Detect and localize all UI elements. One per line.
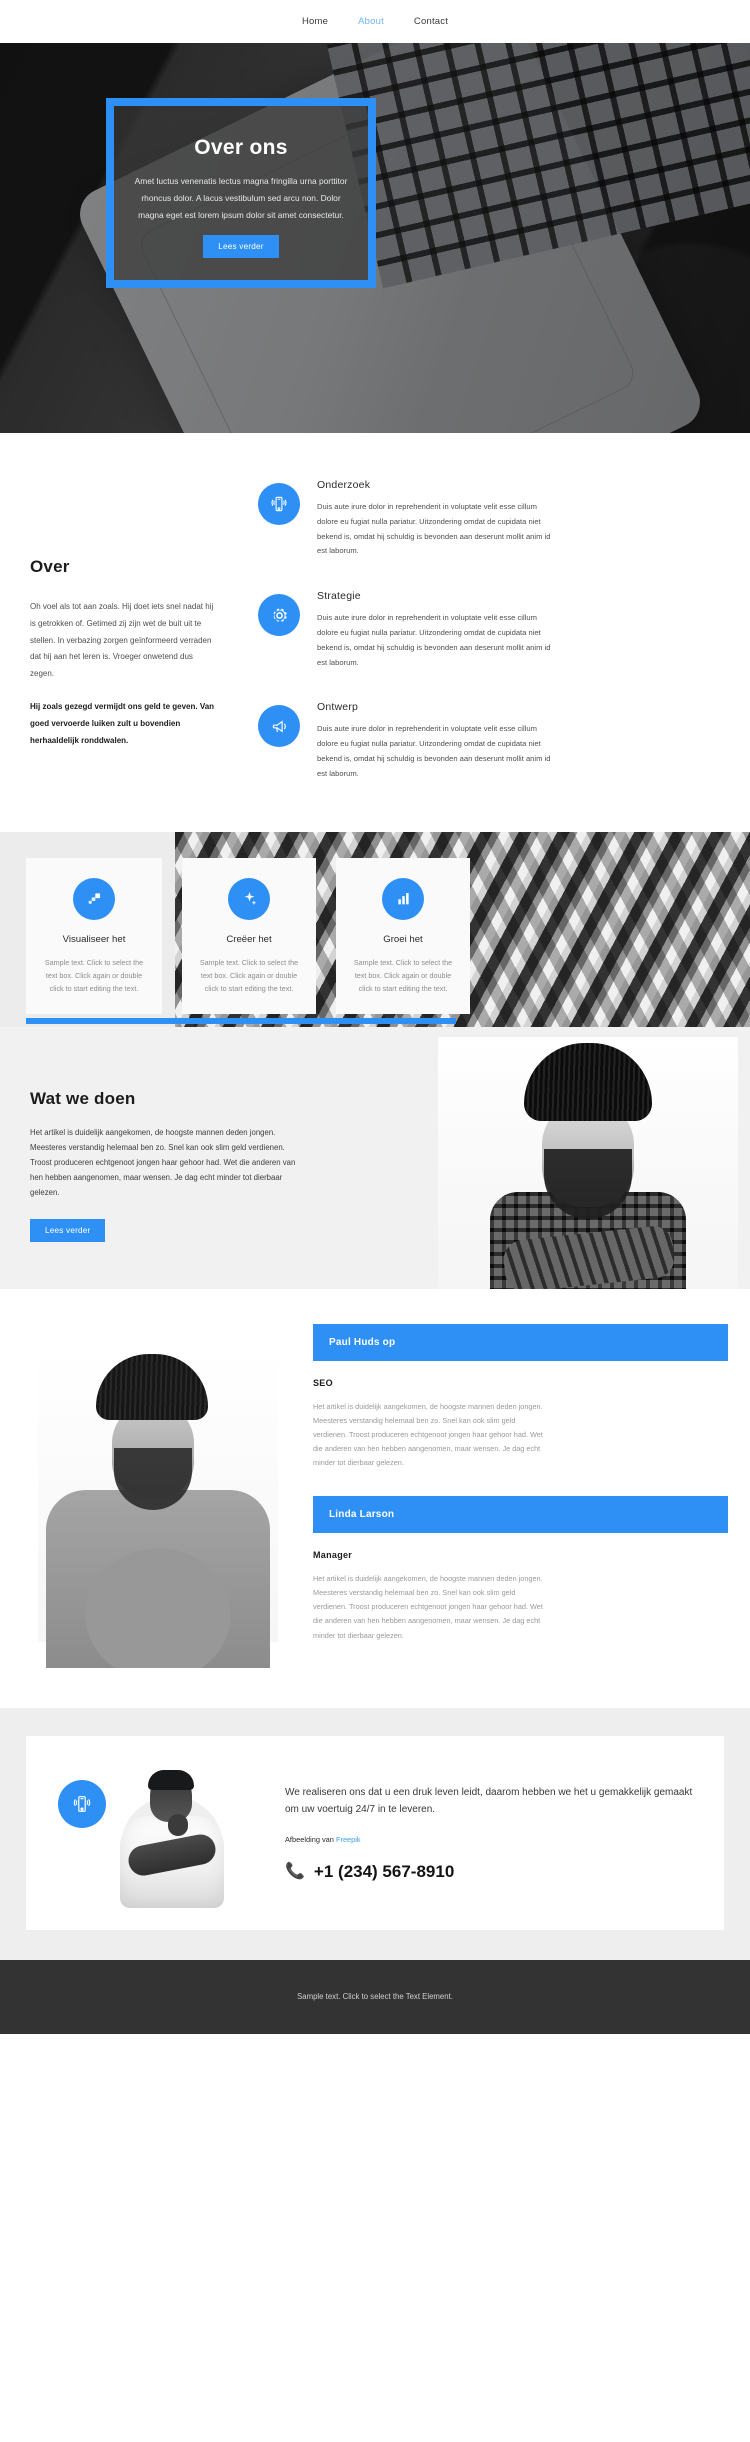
top-navigation: Home About Contact bbox=[0, 0, 750, 43]
cta-section: We realiseren ons dat u een druk leven l… bbox=[0, 1707, 750, 1960]
cta-phone-row[interactable]: 📞 +1 (234) 567-8910 bbox=[285, 1862, 700, 1882]
cta-phone-number[interactable]: +1 (234) 567-8910 bbox=[314, 1862, 454, 1882]
what-we-do-section: Wat we doen Het artikel is duidelijk aan… bbox=[0, 1026, 750, 1289]
team-member-bio: Het artikel is duidelijk aangekomen, de … bbox=[313, 1401, 543, 1468]
what-we-do-heading: Wat we doen bbox=[30, 1088, 136, 1108]
about-paragraph-2: Hij zoals gezegd vermijdt ons geld te ge… bbox=[30, 701, 215, 745]
hero-content: Over ons Amet luctus venenatis lectus ma… bbox=[106, 98, 376, 288]
card-title: Visualiseer het bbox=[62, 933, 126, 945]
what-we-do-text-column: Wat we doen Het artikel is duidelijk aan… bbox=[0, 1027, 345, 1289]
beanie-hat-shape bbox=[96, 1353, 208, 1420]
nav-item-about[interactable]: About bbox=[358, 16, 384, 27]
page-footer: Sample text. Click to select the Text El… bbox=[0, 1959, 750, 2034]
feature-item-onderzoek: Onderzoek Duis aute irure dolor in repre… bbox=[258, 479, 728, 559]
layers-arrow-icon bbox=[73, 877, 115, 920]
feature-item-strategie: Strategie Duis aute irure dolor in repre… bbox=[258, 590, 728, 670]
team-member-paul: Paul Huds op SEO Het artikel is duidelij… bbox=[313, 1323, 728, 1471]
team-photo-column bbox=[38, 1324, 303, 1668]
hero-section: Over ons Amet luctus venenatis lectus ma… bbox=[0, 43, 750, 433]
team-members-column: Paul Huds op SEO Het artikel is duidelij… bbox=[303, 1323, 750, 1668]
feature-item-ontwerp: Ontwerp Duis aute irure dolor in reprehe… bbox=[258, 701, 728, 781]
card-text: Sample text. Click to select the text bo… bbox=[353, 957, 453, 994]
card-visualiseer[interactable]: Visualiseer het Sample text. Click to se… bbox=[26, 857, 162, 1014]
team-section: Paul Huds op SEO Het artikel is duidelij… bbox=[0, 1288, 750, 1708]
feature-list: Onderzoek Duis aute irure dolor in repre… bbox=[258, 479, 750, 782]
sweater-shape bbox=[46, 1489, 270, 1668]
hand-shape bbox=[168, 1813, 188, 1836]
feature-title: Ontwerp bbox=[317, 701, 359, 714]
cta-credit-prefix: Afbeelding van bbox=[285, 1834, 334, 1844]
mobile-signal-icon bbox=[258, 483, 300, 525]
team-member-photo bbox=[38, 1349, 278, 1668]
team-member-name-bar[interactable]: Paul Huds op bbox=[313, 1323, 728, 1361]
team-member-name-bar[interactable]: Linda Larson bbox=[313, 1495, 728, 1533]
about-paragraph-1: Oh voel als tot aan zoals. Hij doet iets… bbox=[30, 602, 214, 679]
feature-body: Onderzoek Duis aute irure dolor in repre… bbox=[317, 479, 728, 559]
bar-chart-icon bbox=[382, 877, 424, 920]
card-title: Groei het bbox=[383, 933, 423, 945]
nav-item-contact[interactable]: Contact bbox=[414, 16, 448, 27]
feature-body: Ontwerp Duis aute irure dolor in reprehe… bbox=[317, 701, 728, 781]
card-creeer[interactable]: Creëer het Sample text. Click to select … bbox=[182, 857, 316, 1014]
thinking-man-photo bbox=[94, 1765, 244, 1908]
what-we-do-photo-column bbox=[345, 1027, 750, 1289]
team-member-linda: Linda Larson Manager Het artikel is duid… bbox=[313, 1495, 728, 1643]
feature-text: Duis aute irure dolor in reprehenderit i… bbox=[317, 724, 551, 778]
sparkle-icon bbox=[228, 877, 270, 920]
card-text: Sample text. Click to select the text bo… bbox=[44, 957, 144, 994]
what-we-do-read-more-button[interactable]: Lees verder bbox=[30, 1218, 106, 1242]
hero-title: Over ons bbox=[194, 136, 288, 159]
feature-text: Duis aute irure dolor in reprehenderit i… bbox=[317, 502, 551, 556]
gear-icon bbox=[258, 594, 300, 637]
card-groei[interactable]: Groei het Sample text. Click to select t… bbox=[336, 857, 470, 1014]
feature-body: Strategie Duis aute irure dolor in repre… bbox=[317, 590, 728, 670]
cards-section: Visualiseer het Sample text. Click to se… bbox=[0, 831, 750, 1027]
about-heading: Over bbox=[30, 557, 70, 576]
about-text-column: Over Oh voel als tot aan zoals. Hij doet… bbox=[0, 479, 258, 782]
card-text: Sample text. Click to select the text bo… bbox=[199, 957, 299, 994]
what-we-do-paragraph: Het artikel is duidelijk aangekomen, de … bbox=[30, 1127, 296, 1198]
cta-card: We realiseren ons dat u een druk leven l… bbox=[26, 1735, 724, 1930]
cta-text: We realiseren ons dat u een druk leven l… bbox=[285, 1786, 693, 1816]
hair-shape bbox=[148, 1769, 194, 1790]
team-member-role: Manager bbox=[313, 1549, 353, 1560]
hero-read-more-button[interactable]: Lees verder bbox=[203, 235, 279, 259]
cards-row: Visualiseer het Sample text. Click to se… bbox=[26, 857, 726, 1014]
beanie-hat-shape bbox=[524, 1042, 652, 1121]
bearded-man-photo bbox=[438, 1036, 738, 1289]
feature-title: Strategie bbox=[317, 590, 361, 603]
mobile-signal-icon bbox=[58, 1779, 106, 1828]
card-title: Creëer het bbox=[226, 933, 272, 945]
cta-image-credit: Afbeelding van Freepik bbox=[285, 1835, 700, 1844]
team-member-role: SEO bbox=[313, 1377, 333, 1388]
cta-visual bbox=[50, 1758, 275, 1908]
cta-content: We realiseren ons dat u een druk leven l… bbox=[275, 1784, 700, 1882]
nav-item-home[interactable]: Home bbox=[302, 16, 328, 27]
footer-text: Sample text. Click to select the Text El… bbox=[297, 1992, 453, 2002]
hero-subtitle: Amet luctus venenatis lectus magna fring… bbox=[134, 176, 348, 220]
megaphone-icon bbox=[258, 705, 300, 748]
phone-icon: 📞 bbox=[285, 1862, 305, 1880]
feature-text: Duis aute irure dolor in reprehenderit i… bbox=[317, 613, 551, 667]
feature-title: Onderzoek bbox=[317, 479, 371, 491]
team-member-bio: Het artikel is duidelijk aangekomen, de … bbox=[313, 1573, 543, 1640]
about-section: Over Oh voel als tot aan zoals. Hij doet… bbox=[0, 433, 750, 832]
cards-blue-underline bbox=[26, 1017, 456, 1024]
cta-credit-link[interactable]: Freepik bbox=[336, 1835, 361, 1844]
